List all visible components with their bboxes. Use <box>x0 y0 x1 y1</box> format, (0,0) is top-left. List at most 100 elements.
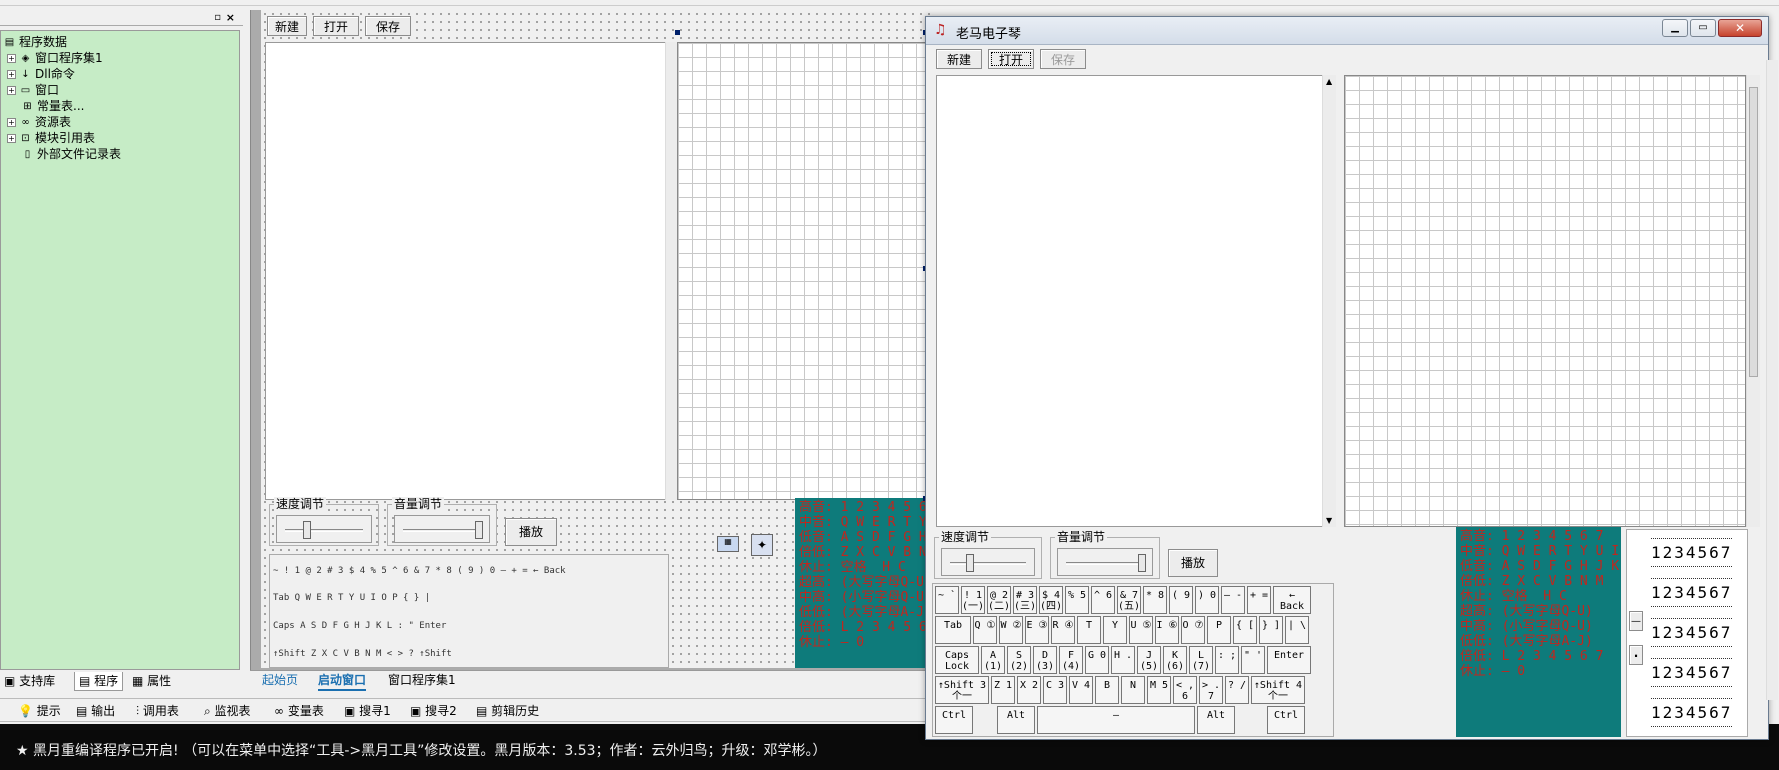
piano-key[interactable]: V 4 <box>1069 676 1093 704</box>
design-form[interactable]: 新建 打开 保存 速度调节 音量调节 播放 ~ ! 1 @ 2 # 3 $ 4 … <box>261 10 931 668</box>
piano-key[interactable]: F (4) <box>1059 646 1083 674</box>
note-row[interactable]: 1234567 <box>1651 658 1733 687</box>
piano-key[interactable]: ↑Shift 3个一 <box>935 676 989 704</box>
tree-root[interactable]: ▤ 程序数据 <box>3 35 67 50</box>
piano-key[interactable]: A (1) <box>981 646 1005 674</box>
designer-new-button[interactable]: 新建 <box>267 16 307 36</box>
tab-start-page[interactable]: 起始页 <box>262 671 298 689</box>
piano-key[interactable]: Alt <box>1197 706 1235 734</box>
piano-key[interactable]: M 5 <box>1147 676 1171 704</box>
piano-key[interactable]: Ctrl <box>1267 706 1305 734</box>
piano-key[interactable]: ↑Shift 4个一 <box>1251 676 1305 704</box>
tab-support-library[interactable]: ▣ 支持库 <box>4 672 55 690</box>
piano-key[interactable]: P <box>1207 616 1231 644</box>
app-minus-button[interactable]: — <box>1629 611 1643 631</box>
piano-key[interactable]: ! 1 (一) <box>961 586 985 614</box>
selection-handle[interactable] <box>675 30 680 35</box>
expand-icon[interactable]: + <box>7 70 16 79</box>
piano-key[interactable]: C 3 <box>1043 676 1067 704</box>
piano-key[interactable]: { [ <box>1233 616 1257 644</box>
piano-key[interactable]: X 2 <box>1017 676 1041 704</box>
app-grid[interactable] <box>1344 75 1746 527</box>
app-dot-button[interactable]: · <box>1629 645 1643 665</box>
piano-key[interactable]: L (7) <box>1189 646 1213 674</box>
piano-key[interactable]: R ④ <box>1051 616 1075 644</box>
piano-key[interactable]: N <box>1121 676 1145 704</box>
tree-item-constants[interactable]: ⊞ 常量表... <box>21 99 84 114</box>
designer-open-button[interactable]: 打开 <box>313 16 359 36</box>
tool-watch[interactable]: ⌕ 监视表 <box>204 702 251 720</box>
designer-component-icon-1[interactable]: ▦ <box>717 536 739 552</box>
pin-icon[interactable]: ▫ <box>214 12 221 23</box>
piano-key[interactable]: Y <box>1103 616 1127 644</box>
piano-key[interactable]: < , 6 <box>1173 676 1197 704</box>
note-row[interactable]: 1234567 <box>1651 578 1733 607</box>
tab-properties[interactable]: ▦ 属性 <box>132 672 171 690</box>
tree-item-external-files[interactable]: ▯ 外部文件记录表 <box>21 147 121 162</box>
designer-grid[interactable] <box>677 42 931 500</box>
app-grid-scrollbar[interactable] <box>1746 75 1760 527</box>
piano-key[interactable]: G 0 <box>1085 646 1109 674</box>
app-titlebar[interactable]: ♫ 老马电子琴 ▁ ▭ ✕ <box>926 17 1768 45</box>
minimize-button[interactable]: ▁ <box>1662 19 1688 37</box>
tool-search-1[interactable]: ▣ 搜寻1 <box>344 702 391 720</box>
app-text-area[interactable] <box>936 75 1336 527</box>
piano-key[interactable]: @ 2 (二) <box>987 586 1011 614</box>
piano-key[interactable]: Z 1 <box>991 676 1015 704</box>
designer-component-icon-2[interactable]: ✦ <box>751 534 773 556</box>
note-row[interactable]: 1234567 <box>1651 538 1733 567</box>
expand-icon[interactable]: + <box>7 134 16 143</box>
piano-key[interactable]: > . 7 <box>1199 676 1223 704</box>
piano-key[interactable]: ) 0 <box>1195 586 1219 614</box>
piano-key[interactable]: I ⑥ <box>1155 616 1179 644</box>
piano-key[interactable]: Enter <box>1267 646 1311 674</box>
tab-window-set[interactable]: 窗口程序集1 <box>388 671 456 689</box>
app-volume-slider[interactable] <box>1057 548 1153 576</box>
designer-speed-slider[interactable] <box>276 515 372 543</box>
tool-variables[interactable]: ∞ 变量表 <box>274 702 324 720</box>
maximize-button[interactable]: ▭ <box>1690 19 1716 37</box>
piano-key[interactable]: } ] <box>1259 616 1283 644</box>
app-text-scrollbar[interactable]: ▲ ▼ <box>1322 75 1336 527</box>
note-row[interactable]: 1234567 <box>1651 698 1733 727</box>
piano-key[interactable]: & 7 (五) <box>1117 586 1141 614</box>
piano-key[interactable]: T <box>1077 616 1101 644</box>
tree-item-resources[interactable]: + ∞ 资源表 <box>7 115 71 130</box>
tool-search-2[interactable]: ▣ 搜寻2 <box>410 702 457 720</box>
piano-key[interactable]: H . <box>1111 646 1135 674</box>
piano-key[interactable]: K (6) <box>1163 646 1187 674</box>
tool-clip-history[interactable]: ▤ 剪辑历史 <box>476 702 539 720</box>
app-save-button[interactable]: 保存 <box>1040 49 1086 69</box>
piano-key[interactable]: $ 4 (四) <box>1039 586 1063 614</box>
piano-key[interactable]: ^ 6 <box>1091 586 1115 614</box>
tool-call-stack[interactable]: ⫶ 调用表 <box>136 702 179 720</box>
close-icon[interactable]: × <box>226 11 235 24</box>
app-open-button[interactable]: 打开 <box>988 49 1034 69</box>
tree-item-modules[interactable]: + ⊡ 模块引用表 <box>7 131 95 146</box>
piano-key[interactable]: Caps Lock <box>935 646 979 674</box>
tree-item-window-set[interactable]: + ◈ 窗口程序集1 <box>7 51 103 66</box>
expand-icon[interactable]: + <box>7 86 16 95</box>
piano-key[interactable]: U ⑤ <box>1129 616 1153 644</box>
piano-key[interactable]: ~ ` <box>935 586 959 614</box>
piano-key[interactable]: J (5) <box>1137 646 1161 674</box>
app-new-button[interactable]: 新建 <box>936 49 982 69</box>
piano-key[interactable]: # 3 (三) <box>1013 586 1037 614</box>
piano-key[interactable]: E ③ <box>1025 616 1049 644</box>
close-button[interactable]: ✕ <box>1718 19 1762 37</box>
piano-key[interactable]: Tab <box>935 616 971 644</box>
tool-output[interactable]: ▤ 输出 <box>76 702 115 720</box>
note-row[interactable]: 1234567 <box>1651 618 1733 647</box>
piano-key[interactable]: Ctrl <box>935 706 973 734</box>
piano-key[interactable]: ( 9 <box>1169 586 1193 614</box>
piano-key[interactable]: ← Back <box>1273 586 1311 614</box>
piano-key[interactable]: : ; <box>1215 646 1239 674</box>
piano-key[interactable]: Alt <box>997 706 1035 734</box>
designer-save-button[interactable]: 保存 <box>365 16 411 36</box>
piano-key[interactable]: W ② <box>999 616 1023 644</box>
piano-key[interactable]: O ⑦ <box>1181 616 1205 644</box>
tab-startup-window[interactable]: 启动窗口 <box>318 671 367 691</box>
tab-program[interactable]: ▤ 程序 <box>74 672 124 691</box>
piano-key[interactable]: + = <box>1247 586 1271 614</box>
tree-item-window[interactable]: + ▭ 窗口 <box>7 83 59 98</box>
